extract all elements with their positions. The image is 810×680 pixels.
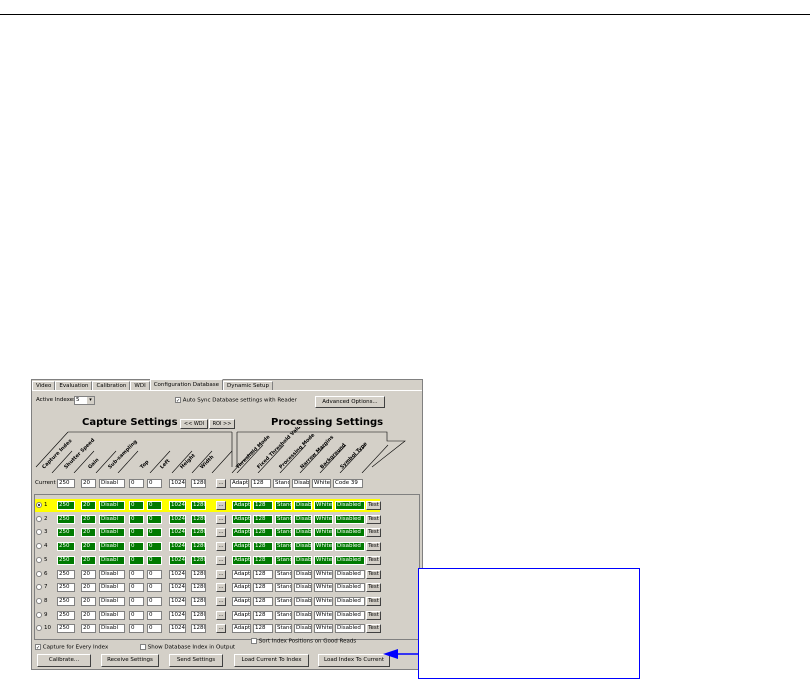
- callout-arrow: [383, 649, 418, 659]
- tab-configuration-database[interactable]: Configuration Database: [149, 379, 223, 390]
